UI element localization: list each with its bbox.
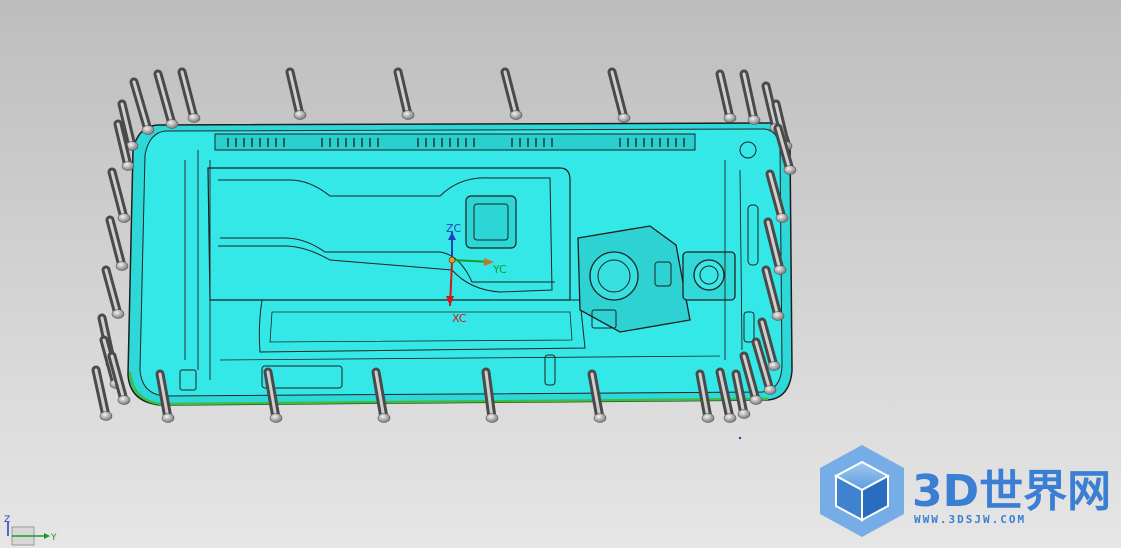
yc-axis-label: YC (492, 263, 507, 276)
ejector-pin[interactable] (107, 351, 131, 405)
ejector-pin-head (377, 413, 391, 423)
ejector-pin[interactable] (153, 69, 179, 129)
zc-axis-label: ZC (446, 222, 462, 235)
ejector-pin-head (161, 413, 175, 423)
ejector-pin-head (141, 125, 155, 135)
ejector-pin-head (775, 213, 789, 223)
ejector-pin-head (111, 309, 125, 319)
ejector-pin-head (723, 113, 737, 123)
graphics-viewport[interactable]: ZC YC XC Z Y 3D世界网 WWW.3DSJW.COM (0, 0, 1121, 548)
ejector-pin-head (783, 165, 797, 175)
ejector-pin[interactable] (101, 265, 125, 319)
xc-axis-label: XC (452, 312, 467, 325)
ejector-pin-head (747, 115, 761, 125)
ejector-pin-highlight (132, 80, 150, 132)
ejector-pin-head (117, 395, 131, 405)
ejector-pin-head (767, 361, 781, 371)
ejector-pin-head (701, 413, 715, 423)
ejector-pin[interactable] (177, 67, 201, 123)
triad-z-label: Z (4, 515, 10, 525)
watermark-title: 3D世界网 (912, 466, 1111, 517)
ejector-pin-head (401, 110, 415, 120)
ejector-pin-head (509, 110, 523, 120)
ejector-pin[interactable] (715, 69, 737, 123)
watermark: 3D世界网 WWW.3DSJW.COM (820, 445, 1111, 537)
ejector-pin[interactable] (105, 215, 129, 271)
ejector-pin-head (723, 413, 737, 423)
phone-housing-model[interactable] (127, 122, 793, 406)
ejector-pin-head (269, 413, 283, 423)
ejector-pin-head (763, 385, 777, 395)
ejector-pin-head (115, 261, 129, 271)
ejector-pin-head (593, 413, 607, 423)
watermark-url: WWW.3DSJW.COM (914, 513, 1026, 526)
cube-logo-icon (820, 445, 904, 537)
ejector-pin-highlight (156, 72, 174, 126)
ejector-pin-head (773, 265, 787, 275)
ejector-pin-head (117, 213, 131, 223)
ejector-pin[interactable] (107, 167, 131, 223)
ejector-pin-head (293, 110, 307, 120)
triad-y-label: Y (50, 533, 57, 543)
ejector-pin[interactable] (285, 67, 307, 120)
ejector-pin-head (121, 161, 135, 171)
ejector-pin-head (485, 413, 499, 423)
ejector-pin-head (771, 311, 785, 321)
ejector-pin[interactable] (500, 67, 523, 120)
ejector-pin-head (165, 119, 179, 129)
ejector-pin[interactable] (607, 67, 631, 123)
ejector-pin[interactable] (393, 67, 415, 120)
ejector-pin-head (749, 395, 763, 405)
ejector-pin[interactable] (129, 77, 155, 135)
ejector-pin-head (99, 411, 113, 421)
selection-point-marker (738, 436, 742, 440)
ejector-pin[interactable] (739, 69, 761, 125)
ejector-pin-head (617, 113, 631, 123)
view-triad[interactable]: Z Y (4, 515, 57, 546)
ejector-pin-head (187, 113, 201, 123)
ejector-pin-head (737, 409, 751, 419)
